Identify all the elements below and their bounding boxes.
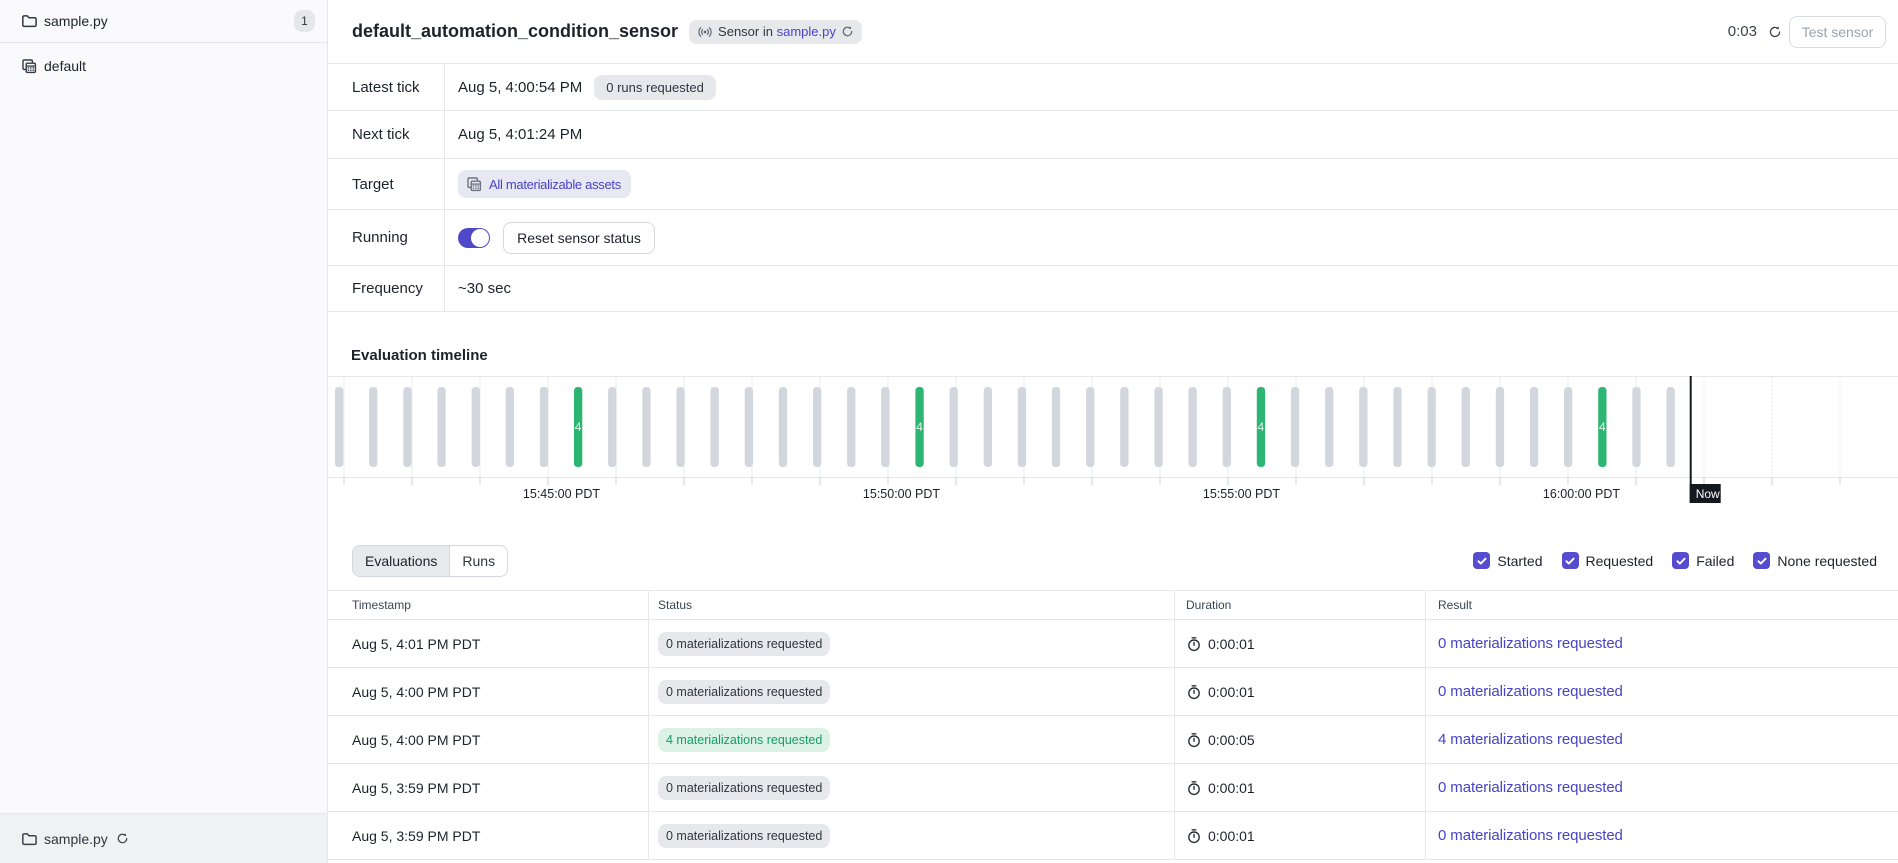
svg-text:4: 4: [916, 420, 923, 434]
svg-text:15:50:00 PDT: 15:50:00 PDT: [863, 487, 940, 501]
svg-text:15:55:00 PDT: 15:55:00 PDT: [1203, 487, 1280, 501]
svg-text:15:45:00 PDT: 15:45:00 PDT: [523, 487, 600, 501]
svg-text:4: 4: [575, 420, 582, 434]
svg-text:16:00:00 PDT: 16:00:00 PDT: [1543, 487, 1620, 501]
svg-text:4: 4: [1599, 420, 1606, 434]
svg-text:4: 4: [1258, 420, 1265, 434]
svg-text:Now: Now: [1696, 487, 1720, 501]
